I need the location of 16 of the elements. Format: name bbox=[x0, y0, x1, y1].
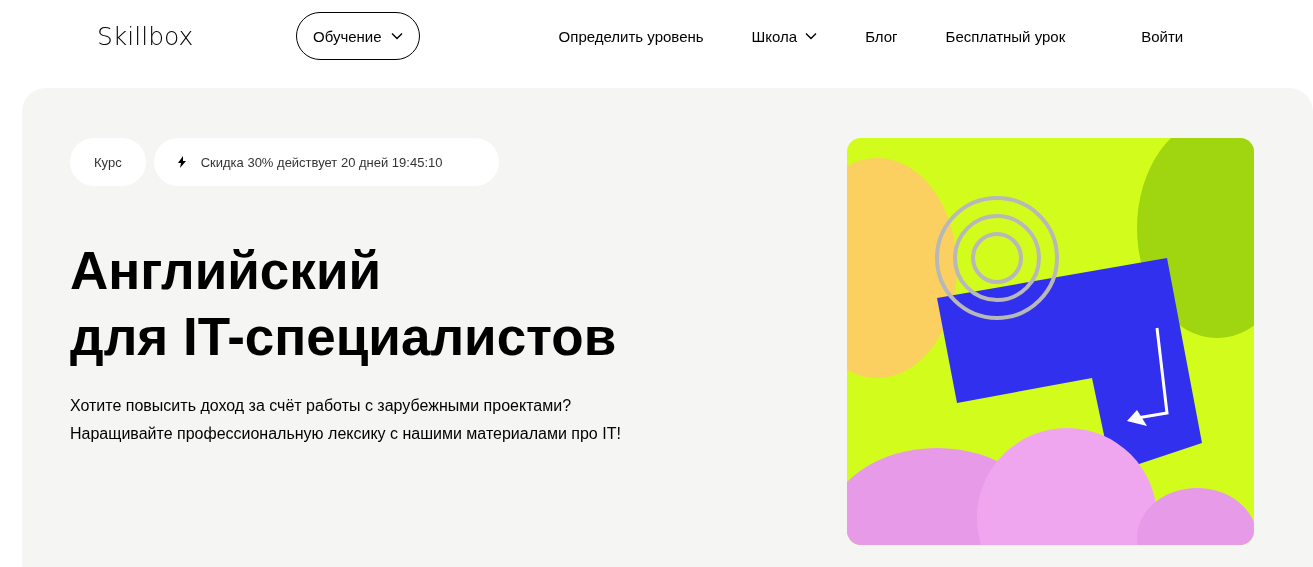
discount-text: Скидка 30% действует 20 дней 19:45:10 bbox=[200, 154, 443, 170]
logo[interactable]: Skillbox bbox=[97, 21, 296, 51]
catalog-button[interactable]: Обучение bbox=[296, 12, 420, 60]
hero-title: Английский bbox=[70, 240, 382, 302]
nav-link[interactable]: Школа bbox=[751, 27, 818, 45]
lightning-icon bbox=[177, 156, 186, 168]
hero-title: для IT-специалистов bbox=[70, 306, 617, 368]
caret-icon bbox=[390, 32, 403, 40]
caret-icon bbox=[805, 32, 818, 40]
hero-description: Наращивайте профессиональную лексику с нашими материалами про IT! bbox=[70, 424, 621, 444]
hero-description: Хотите повысить доход за счёт работы с зарубежными проектами? bbox=[70, 396, 572, 416]
nav-link[interactable]: Блог bbox=[865, 27, 898, 45]
course-tag: Курс bbox=[70, 138, 146, 186]
nav-link[interactable]: Бесплатный урок bbox=[945, 27, 1066, 45]
nav-link[interactable]: Определить уровень bbox=[558, 27, 704, 45]
login-link[interactable]: Войти bbox=[1141, 27, 1184, 45]
